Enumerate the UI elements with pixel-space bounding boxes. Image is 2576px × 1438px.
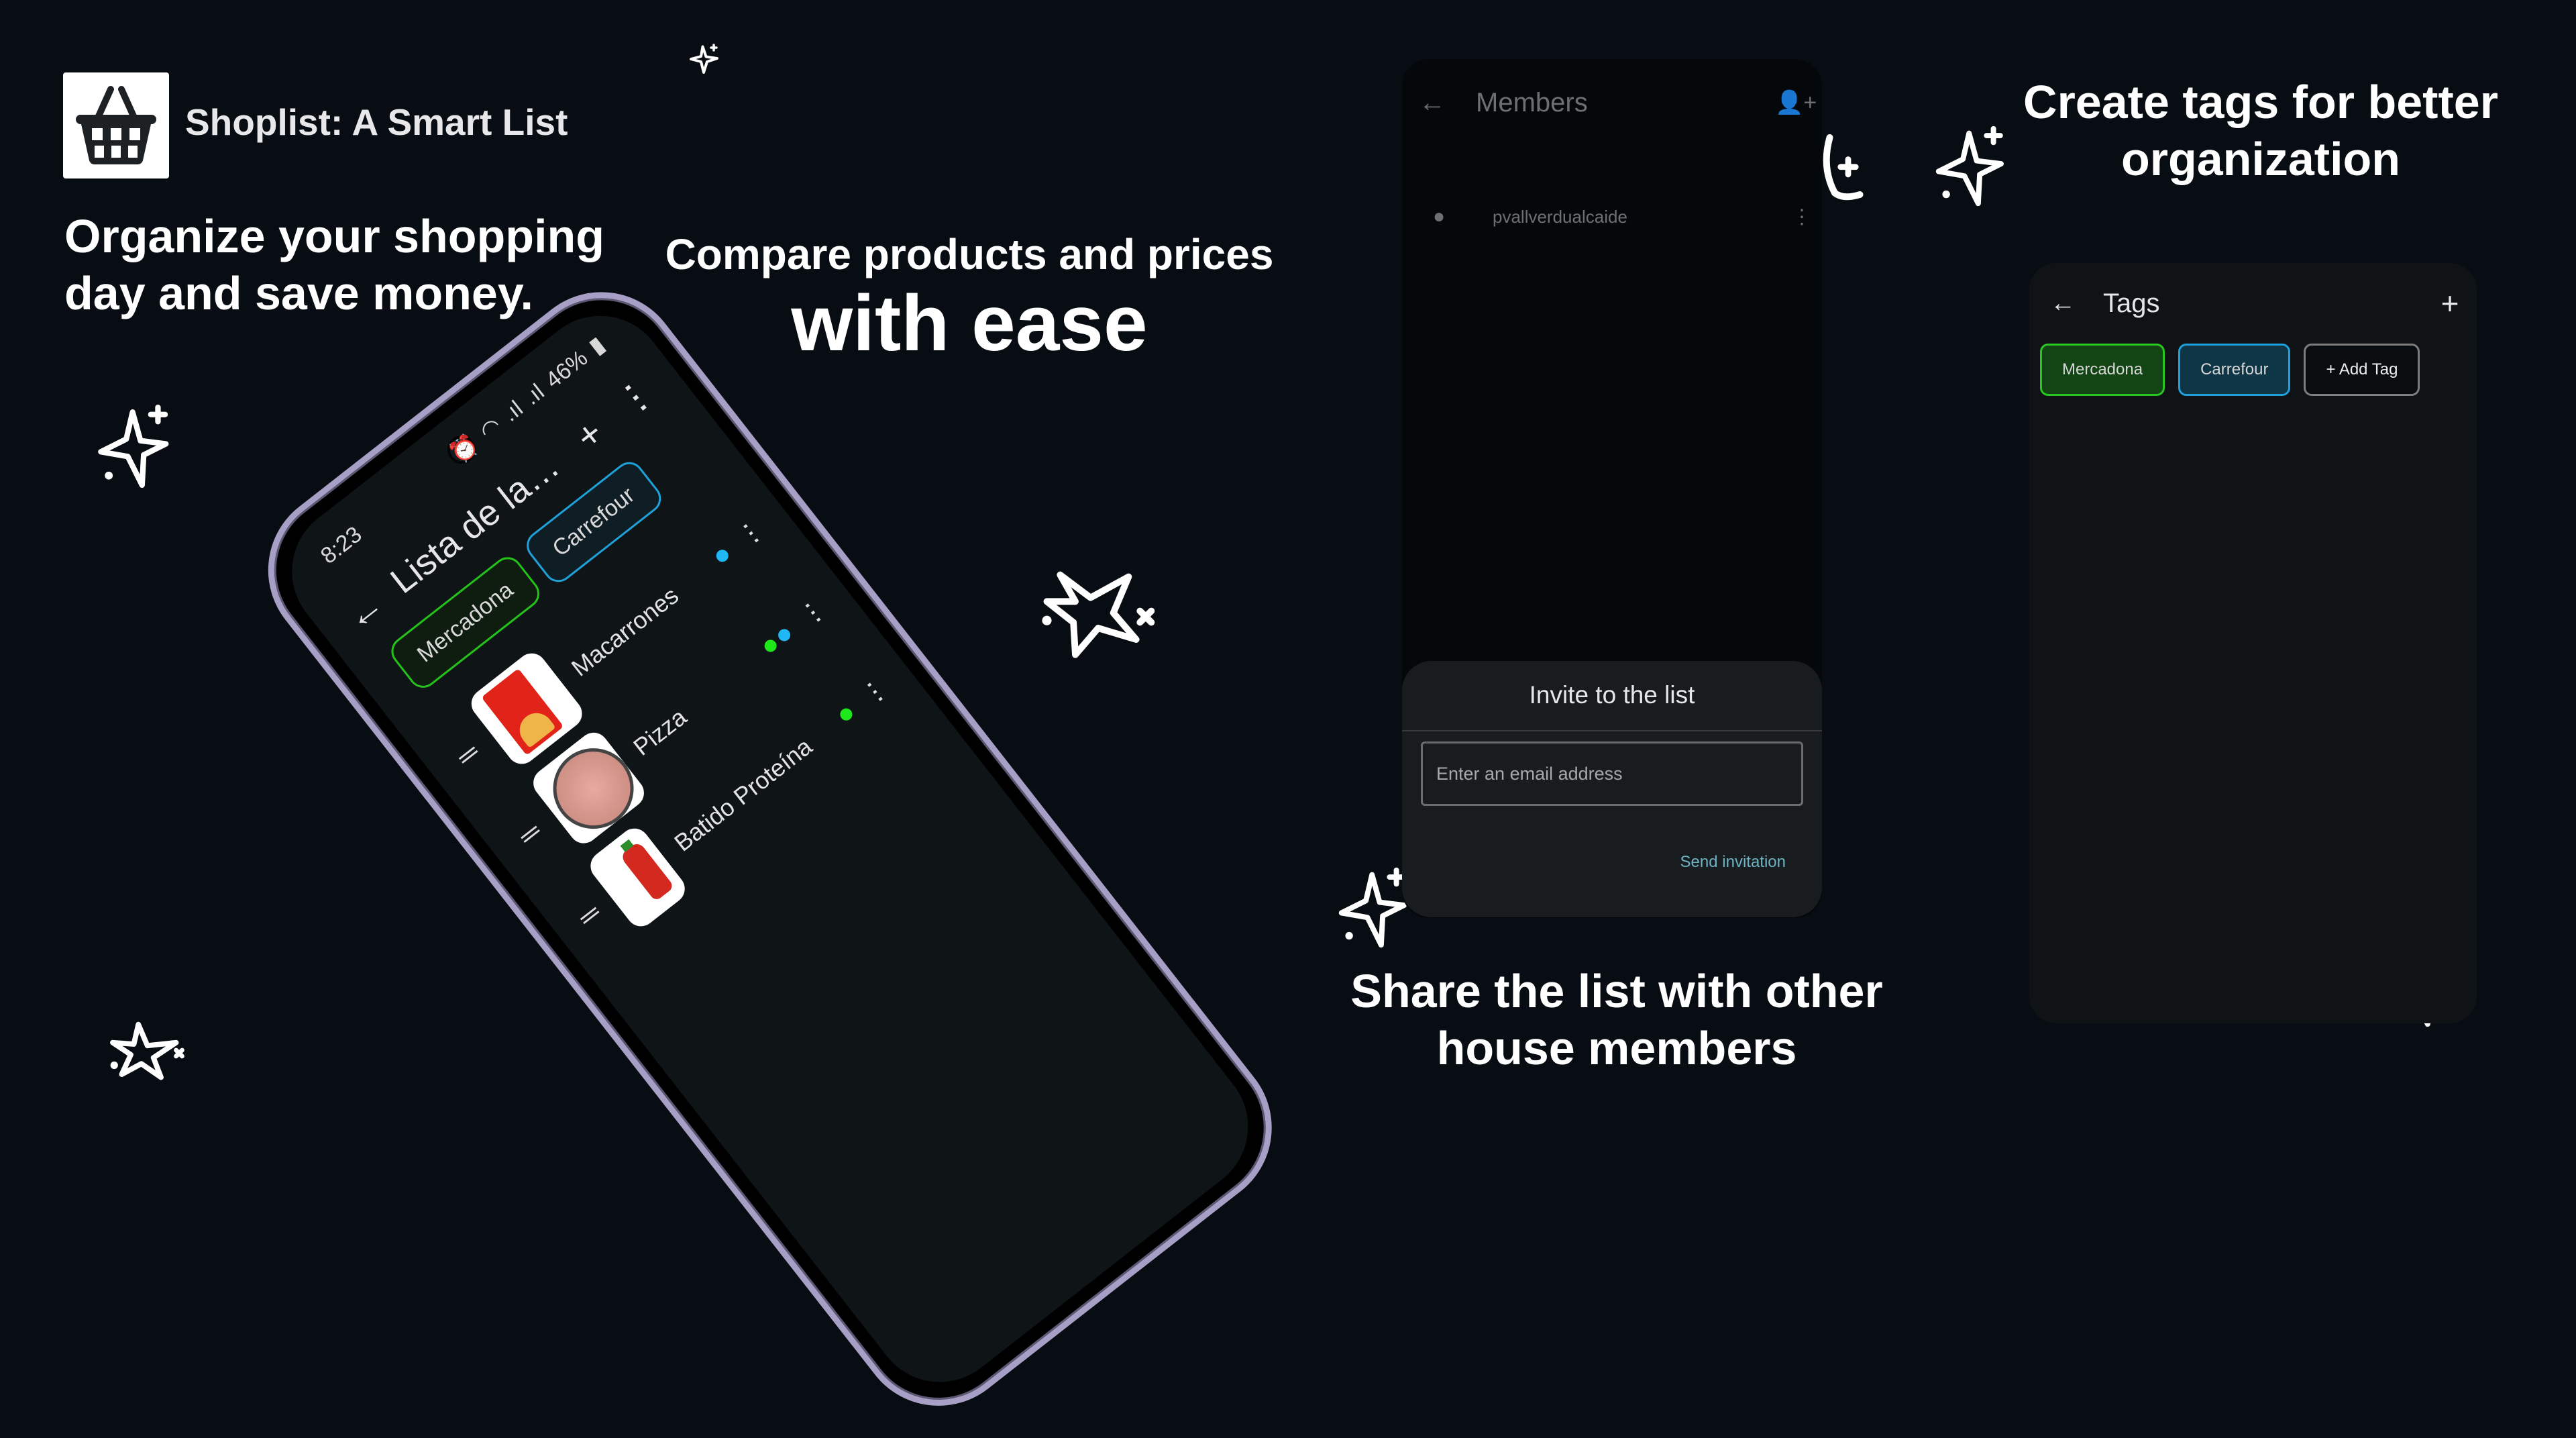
more-icon[interactable]: ⋯ (855, 672, 896, 712)
app-title: Shoplist: A Smart List (185, 101, 568, 143)
tag-dot-carrefour (714, 547, 731, 564)
sparkle-icon (688, 42, 721, 75)
signal-icon: .ıl (519, 378, 549, 410)
tags-title: Tags (2103, 288, 2160, 318)
alarm-icon: ⏰ (445, 430, 484, 468)
wifi-icon: ◠ (474, 412, 506, 445)
phone-screen: 8:23 ⏰ ◠ .ıl .ıl 46% ▮ ← Lista de la com… (264, 289, 1275, 1409)
arrow-left-icon[interactable]: ← (1402, 88, 1462, 118)
members-title: Members (1476, 87, 1588, 117)
tags-screen: ← Tags + Mercadona Carrefour + Add Tag (2029, 263, 2477, 1023)
tags-app-bar: ← Tags + (2029, 276, 2477, 330)
more-icon[interactable]: ⋯ (793, 593, 834, 633)
sparkle-icon (1818, 134, 1868, 201)
plus-icon[interactable]: + (2423, 285, 2477, 321)
shopping-basket-icon (76, 86, 156, 164)
headline-compare-line2: with ease (791, 279, 1148, 368)
sparkle-icon (94, 403, 174, 490)
headline-tags: Create tags for better organization (2023, 76, 2498, 186)
product-list: ═ Macarrones ⋯ ═ Pizza ⋯ ═ Batido Proteí… (427, 485, 917, 961)
person-add-icon[interactable]: 👤+ (1775, 89, 1822, 116)
status-time: 8:23 (315, 521, 367, 569)
product-tag-dots (686, 547, 731, 586)
tag-mercadona[interactable]: Mercadona (2040, 344, 2165, 396)
tag-dot-carrefour (775, 626, 793, 644)
sparkle-icon (1932, 124, 2009, 208)
tag-dot-mercadona (761, 637, 780, 655)
signal-icon: .ıl (498, 395, 528, 427)
headline-compare: Compare products and prices with ease (617, 228, 1322, 368)
sparkle-icon (1041, 569, 1155, 660)
battery-level: 46% (540, 344, 592, 393)
more-vertical-icon[interactable]: ⋮ (1782, 205, 1822, 229)
sparkle-icon (107, 1020, 184, 1080)
arrow-left-icon[interactable]: ← (335, 580, 393, 639)
headline-compare-line1: Compare products and prices (665, 230, 1274, 278)
headline-share: Share the list with other house members (1350, 965, 1883, 1075)
product-tag-dots (748, 626, 793, 665)
sparkle-icon (1335, 866, 1412, 949)
email-input[interactable] (1421, 741, 1803, 806)
member-username: pvallverdualcaide (1493, 206, 1627, 227)
plus-icon[interactable]: + (559, 405, 618, 464)
send-invitation-button[interactable]: Send invitation (1676, 852, 1790, 872)
person-icon: ● (1432, 205, 1446, 227)
invite-dialog-title: Invite to the list (1529, 681, 1695, 709)
drag-handle-icon[interactable]: ═ (572, 897, 607, 933)
divider (1402, 730, 1822, 731)
arrow-left-icon[interactable]: ← (2029, 289, 2096, 318)
drag-handle-icon[interactable]: ═ (448, 734, 488, 774)
tag-dot-mercadona (837, 706, 855, 723)
more-vertical-icon[interactable]: ⋯ (607, 368, 667, 427)
product-tag-dots (819, 706, 855, 737)
more-icon[interactable]: ⋯ (731, 513, 772, 553)
tag-carrefour[interactable]: Carrefour (2178, 344, 2291, 396)
add-tag-button[interactable]: + Add Tag (2304, 344, 2420, 396)
tags-list: Mercadona Carrefour + Add Tag (2040, 344, 2420, 396)
members-app-bar: ← Members 👤+ (1402, 72, 1822, 133)
phone-mockup: 8:23 ⏰ ◠ .ıl .ıl 46% ▮ ← Lista de la com… (235, 259, 1305, 1438)
battery-icon: ▮ (584, 331, 610, 360)
drag-handle-icon[interactable]: ═ (510, 814, 549, 854)
app-logo (63, 72, 169, 178)
member-row[interactable]: ● pvallverdualcaide ⋮ (1402, 193, 1822, 240)
invite-dialog: Invite to the list Send invitation (1402, 661, 1822, 917)
